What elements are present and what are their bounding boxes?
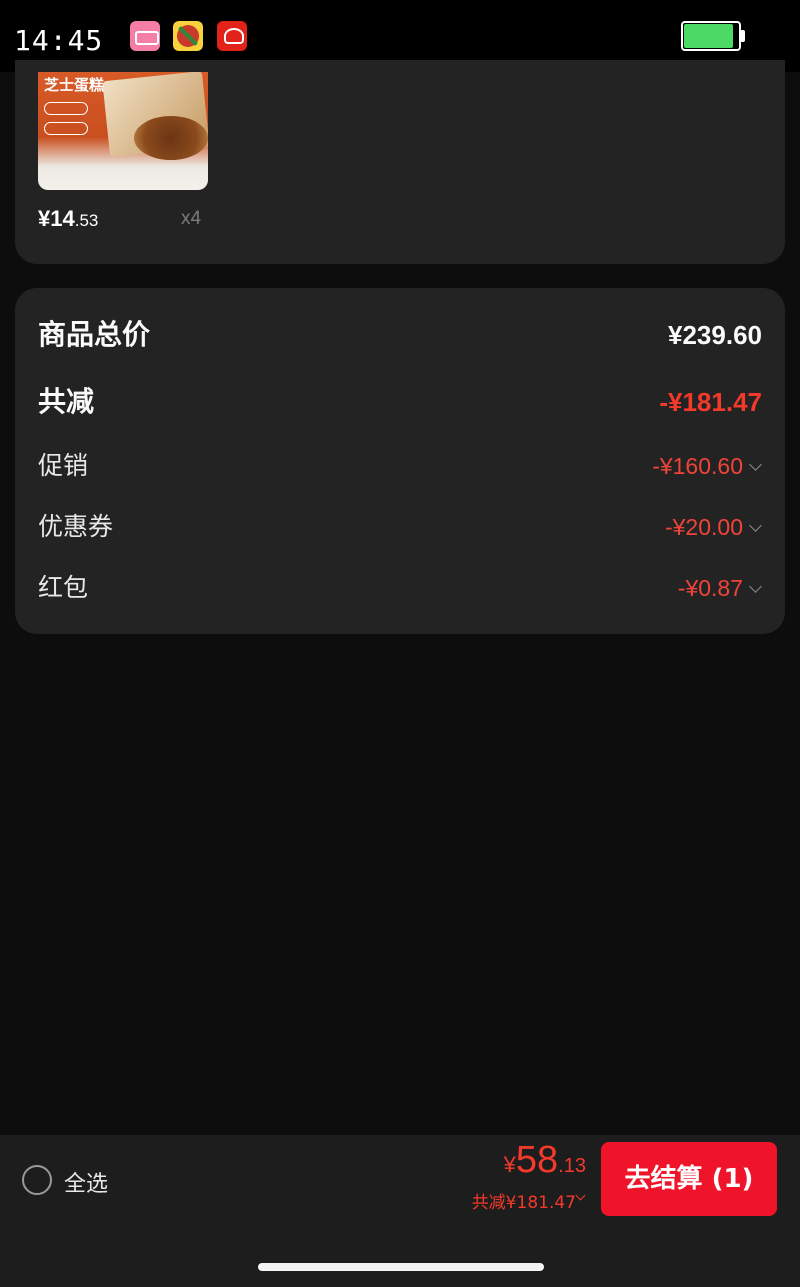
select-all-checkbox[interactable] <box>22 1165 52 1195</box>
product-price-cents: .53 <box>74 211 99 230</box>
checkout-button[interactable]: 去结算 (1) <box>601 1142 777 1216</box>
total-price-label: 商品总价 <box>38 318 151 351</box>
coupon-row[interactable]: 优惠券 -¥20.00 <box>15 507 785 547</box>
promotion-value: -¥160.60 <box>652 453 743 479</box>
battery-icon <box>681 21 741 51</box>
total-reduction-row: 共减 -¥181.47 <box>15 382 785 422</box>
jd-icon <box>217 21 247 51</box>
chevron-down-icon[interactable] <box>575 1190 586 1201</box>
payable-currency: ¥ <box>503 1152 516 1177</box>
total-reduction-label: 共减 <box>38 385 95 418</box>
cheesecake-graphic <box>134 116 208 160</box>
promotion-row[interactable]: 促销 -¥160.60 <box>15 446 785 486</box>
coupon-value: -¥20.00 <box>664 514 743 540</box>
product-price-main: ¥14 <box>38 206 75 231</box>
chevron-down-icon[interactable] <box>749 458 762 471</box>
reduction-detail-link[interactable]: 共减¥181.47 <box>472 1188 576 1213</box>
status-time: 14:45 <box>14 24 104 57</box>
total-price-value: ¥239.60 <box>668 320 762 350</box>
payable-decimal: .13 <box>558 1155 586 1177</box>
du-icon <box>173 21 203 51</box>
product-quantity: x4 <box>181 208 202 229</box>
product-image-tag <box>44 122 88 135</box>
payable-total: ¥58.13 <box>504 1139 586 1182</box>
home-indicator[interactable] <box>258 1263 544 1271</box>
payable-integer: 58 <box>515 1139 559 1181</box>
total-reduction-value: -¥181.47 <box>659 387 762 417</box>
red-packet-row[interactable]: 红包 -¥0.87 <box>15 568 785 608</box>
total-price-row: 商品总价 ¥239.60 <box>15 315 785 355</box>
price-summary-card: 商品总价 ¥239.60 共减 -¥181.47 促销 -¥160.60 优惠券… <box>15 288 785 634</box>
select-all-label[interactable]: 全选 <box>64 1166 108 1198</box>
product-price: ¥14.53 <box>38 206 98 232</box>
bilibili-icon <box>130 21 160 51</box>
product-image[interactable]: 芝士蛋糕 <box>38 72 208 190</box>
checkout-bar: 全选 ¥58.13 共减¥181.47 去结算 (1) <box>0 1135 800 1287</box>
chevron-down-icon[interactable] <box>749 580 762 593</box>
battery-tip <box>741 30 745 42</box>
coupon-label: 优惠券 <box>38 512 114 541</box>
chevron-down-icon[interactable] <box>749 519 762 532</box>
red-packet-value: -¥0.87 <box>677 575 743 601</box>
product-image-tag <box>44 102 88 115</box>
product-card[interactable]: 芝士蛋糕 ¥14.53 x4 <box>15 60 785 264</box>
product-image-title: 芝士蛋糕 <box>44 77 105 94</box>
battery-level <box>684 24 733 48</box>
red-packet-label: 红包 <box>38 573 89 602</box>
promotion-label: 促销 <box>38 451 89 480</box>
